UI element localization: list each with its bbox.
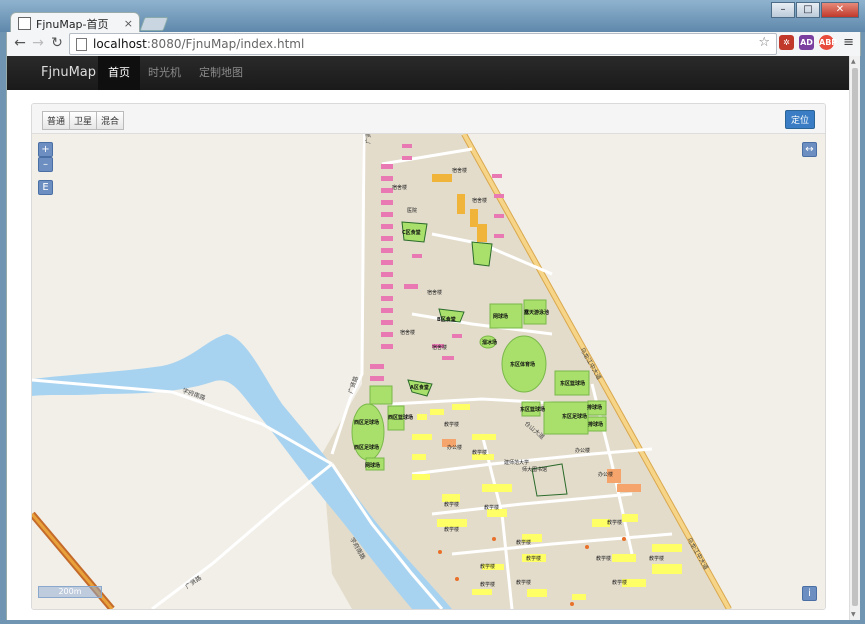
locate-button[interactable]: 定位 (784, 110, 815, 129)
zoom-out-button[interactable]: – (38, 157, 53, 172)
window-titlebar: FjnuMap-首页 × – □ ✕ (0, 0, 865, 34)
basket-east-label: 东区篮球场 (560, 380, 585, 387)
canteen-c-label: C区食堂 (402, 229, 421, 236)
map-type-hybrid-button[interactable]: 混合 (96, 111, 125, 130)
nav-home[interactable]: 首页 (98, 56, 140, 90)
map-graphic: 乌龙江中大道 乌龙江中大道 广贤路 广贤路 学府南路 学府南路 广贤路 仓山大道… (32, 134, 732, 609)
west-road-label-top: 广贤路 (364, 134, 373, 144)
browser-menu-icon[interactable]: ≡ (843, 35, 854, 50)
canteen-a-label: A区食堂 (410, 384, 429, 391)
office-label-3: 办公楼 (598, 471, 613, 478)
teaching-label-2: 教学楼 (472, 449, 487, 456)
dorm-label-6: 宿舍楼 (432, 344, 447, 351)
reload-icon[interactable]: ↻ (48, 35, 66, 51)
gym-label: 东区体育场 (510, 361, 535, 368)
minimize-button[interactable]: – (771, 2, 795, 18)
teaching-label-9: 教学楼 (480, 581, 495, 588)
url-host: localhost (93, 37, 147, 51)
map-type-normal-button[interactable]: 普通 (42, 111, 71, 130)
teaching-label-7: 教学楼 (526, 555, 541, 562)
zoom-in-button[interactable]: + (38, 142, 53, 157)
layer-switch-button[interactable]: E (38, 180, 53, 195)
map-type-satellite-button[interactable]: 卫星 (69, 111, 98, 130)
tab-close-icon[interactable]: × (124, 17, 133, 30)
forward-arrow-icon[interactable]: → (29, 35, 47, 51)
teaching-label-12: 教学楼 (596, 555, 611, 562)
west-ball-label: 网球场 (365, 462, 380, 469)
pool-label: 露天游泳池 (524, 309, 549, 316)
scroll-up-arrow-icon[interactable]: ▲ (851, 58, 856, 65)
brand-logo[interactable]: FjnuMap (41, 65, 96, 80)
library-label: 师大图书馆 (522, 466, 547, 473)
map-canvas[interactable]: 乌龙江中大道 乌龙江中大道 广贤路 广贤路 学府南路 学府南路 广贤路 仓山大道… (32, 134, 825, 609)
teaching-label-13: 教学楼 (649, 555, 664, 562)
extension-ad-icon[interactable]: AD (799, 35, 814, 50)
teaching-label-4: 教学楼 (484, 504, 499, 511)
map-panel: 普通 卫星 混合 定位 乌龙江中大道 乌龙江中大道 广贤路 广贤路 学府南路 学… (31, 103, 826, 610)
close-window-button[interactable]: ✕ (821, 2, 859, 18)
west-soccer-label-2: 西区足球场 (354, 444, 379, 451)
teaching-label-8: 教学楼 (480, 563, 495, 570)
dorm-label-5: 宿舍楼 (400, 329, 415, 336)
url-path: :8080/FjnuMap/index.html (146, 37, 305, 51)
map-panel-header: 普通 卫星 混合 定位 (32, 104, 825, 134)
skating-label: 溜冰场 (482, 339, 497, 346)
hospital-label: 医院 (407, 207, 417, 214)
teaching-label-11: 教学楼 (607, 519, 622, 526)
nav-custom-map[interactable]: 定制地图 (189, 56, 253, 90)
volleyball-label: 网球场 (493, 313, 508, 320)
maximize-button[interactable]: □ (796, 2, 820, 18)
dorm-label-3: 宿舍楼 (392, 184, 407, 191)
teaching-label-1: 教学楼 (444, 421, 459, 428)
teaching-label-14: 教学楼 (612, 579, 627, 586)
dorm-label-2: 宿舍楼 (472, 197, 487, 204)
browser-tab[interactable]: FjnuMap-首页 × (10, 12, 140, 34)
map-type-group: 普通 卫星 混合 (42, 111, 125, 130)
page-icon (76, 37, 87, 51)
top-navbar: FjnuMap 首页 时光机 定制地图 (7, 56, 850, 90)
west-soccer-label: 西区足球场 (354, 419, 379, 426)
new-tab-button[interactable] (139, 17, 169, 31)
office-label-2: 办公楼 (575, 447, 590, 454)
soccer-east-label: 东区足球场 (562, 413, 587, 420)
teaching-label-3: 教学楼 (444, 501, 459, 508)
teaching-label-10: 教学楼 (516, 579, 531, 586)
nav-time-machine[interactable]: 时光机 (138, 56, 191, 90)
back-arrow-icon[interactable]: ← (11, 35, 29, 51)
page-favicon-icon (18, 17, 31, 30)
dorm-label-1: 宿舍楼 (452, 167, 467, 174)
address-bar[interactable]: localhost :8080/FjnuMap/index.html ☆ (69, 33, 777, 55)
page-viewport: FjnuMap 首页 时光机 定制地图 普通 卫星 混合 定位 乌龙江中大道 乌… (6, 56, 850, 620)
scroll-down-arrow-icon[interactable]: ▼ (851, 611, 856, 618)
teaching-label-6: 教学楼 (516, 539, 531, 546)
extension-red-icon[interactable]: ✲ (779, 35, 794, 50)
canteen-b-label: B区食堂 (437, 316, 456, 323)
expand-button[interactable]: ↔ (802, 142, 817, 157)
office-label-1: 办公楼 (447, 444, 462, 451)
tab-title: FjnuMap-首页 (36, 17, 109, 31)
west-basket-label: 西区篮球场 (388, 414, 413, 421)
tennis-label-2: 排球场 (588, 421, 603, 428)
map-scale-bar: 200m (38, 586, 102, 598)
browser-toolbar: ← → ↻ localhost :8080/FjnuMap/index.html… (6, 32, 861, 56)
bookmark-star-icon[interactable]: ☆ (758, 35, 770, 50)
dorm-label-4: 宿舍楼 (427, 289, 442, 296)
teaching-label-5: 教学楼 (444, 526, 459, 533)
info-button[interactable]: i (802, 586, 817, 601)
library-prefix-label: 建师范大学 (504, 459, 529, 466)
extension-abp-icon[interactable]: ABP (819, 35, 837, 50)
scrollbar-thumb[interactable] (852, 68, 858, 606)
tennis-label-1: 排球场 (587, 404, 602, 411)
page-scrollbar[interactable]: ▲ ▼ (849, 56, 860, 620)
soccer-east-label-a: 东区篮球场 (520, 406, 545, 413)
